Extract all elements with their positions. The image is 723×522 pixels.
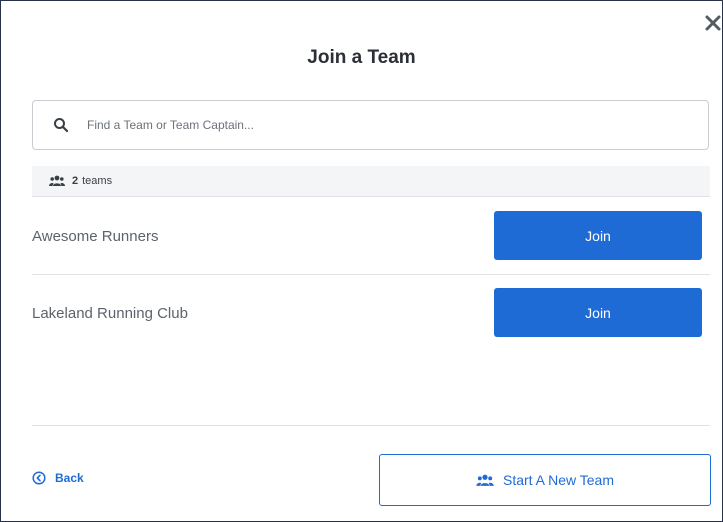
team-count: 2 xyxy=(72,175,79,187)
search-input[interactable] xyxy=(85,117,708,133)
back-label: Back xyxy=(55,471,84,485)
team-name: Awesome Runners xyxy=(32,228,159,245)
join-button[interactable]: Join xyxy=(494,288,702,337)
footer-divider xyxy=(32,425,710,426)
chevron-left-circle-icon xyxy=(32,471,46,485)
join-button[interactable]: Join xyxy=(494,211,702,260)
search-box[interactable] xyxy=(32,100,709,150)
modal-title: Join a Team xyxy=(307,47,416,68)
close-icon[interactable] xyxy=(703,13,723,33)
search-icon xyxy=(53,117,69,133)
start-new-team-label: Start A New Team xyxy=(502,472,614,488)
team-row: Awesome Runners Join xyxy=(32,198,710,275)
start-new-team-button[interactable]: Start A New Team xyxy=(379,454,711,506)
users-icon xyxy=(476,474,494,487)
team-count-bar: 2 teams xyxy=(32,166,710,197)
back-link[interactable]: Back xyxy=(32,471,84,485)
team-row: Lakeland Running Club Join xyxy=(32,275,710,352)
users-icon xyxy=(49,175,65,187)
team-count-label: teams xyxy=(82,175,113,187)
join-team-modal: Join a Team 2 teams Awesome Runners Join xyxy=(0,0,723,522)
team-name: Lakeland Running Club xyxy=(32,305,188,322)
